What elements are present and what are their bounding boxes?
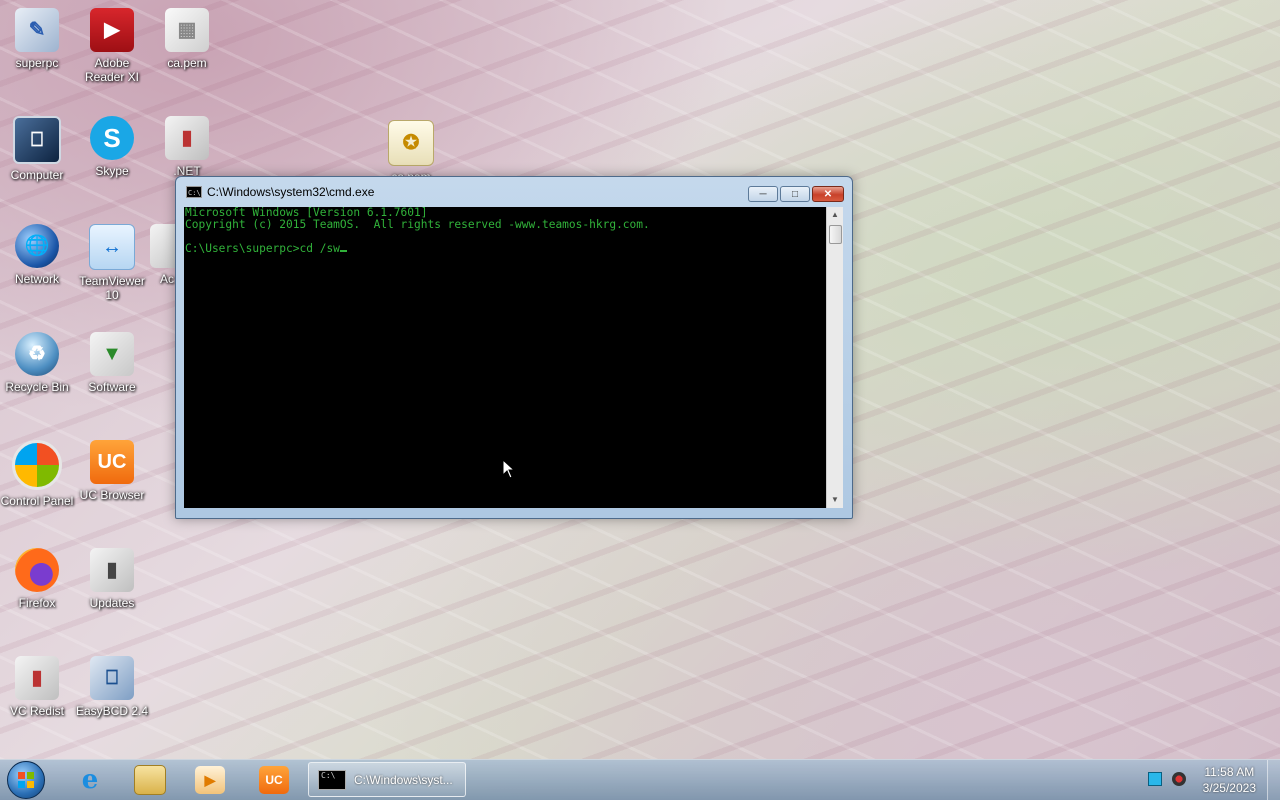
window-title: C:\Windows\system32\cmd.exe [207,185,375,199]
desktop-icon-control-panel[interactable]: Control Panel [0,440,74,508]
minimize-icon: ─ [759,188,767,200]
desktop-icon-label: Computer [10,168,64,182]
desktop-icon-label: Skype [95,164,129,178]
window-controls: ─ □ ✕ [748,186,844,202]
text-cursor [339,250,347,252]
desktop-icon-skype[interactable]: S Skype [75,116,149,178]
desktop-icon-ca-pem[interactable]: ▦ ca.pem [150,8,224,70]
internet-explorer-icon: e [81,765,99,795]
desktop-icon-label: EasyBCD 2.4 [75,704,149,718]
network-icon: 🌐 [15,224,59,268]
firefox-icon [15,548,59,592]
minimize-button[interactable]: ─ [748,186,778,202]
desktop-icon-label: VC Redist [9,704,65,718]
volume-tray-icon[interactable] [1172,772,1186,786]
uc-browser-icon: UC [90,440,134,484]
scrollbar-thumb[interactable] [829,225,842,244]
desktop-icon-software[interactable]: ▼ Software [75,332,149,394]
cmd-icon: C:\ [186,186,202,198]
cmd-icon: C:\ [318,769,346,790]
file-icon: ▦ [165,8,209,52]
folder-icon: ▼ [90,332,134,376]
console-prompt-text: C:\Users\superpc>cd /sw [185,242,340,255]
user-folder-icon: ✎ [15,8,59,52]
desktop-icon-label: Adobe Reader XI [84,56,140,84]
desktop-icon-label: Recycle Bin [5,380,69,394]
uc-browser-icon: UC [259,766,289,794]
desktop-icon-firefox[interactable]: Firefox [0,548,74,610]
close-icon: ✕ [823,188,833,200]
mouse-pointer-icon [502,459,516,479]
teamviewer-icon: ↔ [89,224,135,270]
easybcd-icon: ⎕ [90,656,134,700]
adobe-reader-icon: ▶ [90,8,134,52]
desktop-icon-label: superpc [15,56,59,70]
desktop-icon-superpc[interactable]: ✎ superpc [0,8,74,70]
console-line: Copyright (c) 2015 TeamOS. All rights re… [185,218,650,231]
taskbar-pin-internet-explorer[interactable]: e [62,763,118,797]
desktop-icon-computer[interactable]: ⎕ Computer [0,116,74,182]
desktop-icon-dotnet[interactable]: ▮ .NET [150,116,224,178]
desktop-icon-adobe-reader[interactable]: ▶ Adobe Reader XI [75,8,149,84]
certificate-icon: ✪ [388,120,434,166]
media-player-icon: ▶ [195,766,225,794]
maximize-button[interactable]: □ [780,186,810,202]
start-button[interactable] [7,761,45,799]
desktop-icon-label: Network [14,272,59,286]
desktop-icon-ca-pem-certificate[interactable]: ✪ ca.pem [374,120,448,184]
clock-time: 11:58 AM [1204,765,1255,779]
vertical-scrollbar[interactable]: ▲ ▼ [826,207,843,508]
taskbar-task-cmd[interactable]: C:\ C:\Windows\syst... [308,762,466,797]
console-prompt-line[interactable]: C:\Users\superpc>cd /sw [184,243,826,255]
scroll-up-icon[interactable]: ▲ [827,207,843,223]
desktop-icon-label: Software [88,380,136,394]
close-button[interactable]: ✕ [812,186,844,202]
taskbar-pin-media-player[interactable]: ▶ [182,763,238,797]
desktop-icon-easybcd[interactable]: ⎕ EasyBCD 2.4 [75,656,149,718]
folder-icon: ▮ [165,116,209,160]
desktop-icon-label: ca.pem [167,56,207,70]
control-panel-icon [12,440,62,490]
taskbar-pin-windows-explorer[interactable] [122,763,178,797]
desktop-icon-updates[interactable]: ▮ Updates [75,548,149,610]
desktop-icon-network[interactable]: 🌐 Network [0,224,74,286]
show-desktop-button[interactable] [1267,760,1280,800]
scroll-down-icon[interactable]: ▼ [827,492,843,508]
taskbar-clock[interactable]: 11:58 AM 3/25/2023 [1203,764,1256,796]
taskbar-pin-uc-browser[interactable]: UC [246,763,302,797]
clock-date: 3/25/2023 [1202,781,1256,795]
desktop-icon-label: Firefox [18,596,56,610]
maximize-icon: □ [791,188,799,200]
recycle-bin-icon: ♻ [15,332,59,376]
network-tray-icon[interactable] [1148,772,1162,786]
skype-icon: S [90,116,134,160]
desktop-icon-vc-redist[interactable]: ▮ VC Redist [0,656,74,718]
computer-icon: ⎕ [13,116,61,164]
desktop-icon-uc-browser[interactable]: UC UC Browser [75,440,149,502]
windows-logo-icon [18,772,34,788]
task-label: C:\Windows\syst... [354,772,453,787]
desktop-icon-label: Control Panel [0,494,74,508]
folder-icon: ▮ [90,548,134,592]
desktop-icon-label: UC Browser [79,488,145,502]
windows-explorer-icon [134,765,166,795]
desktop-icon-recycle-bin[interactable]: ♻ Recycle Bin [0,332,74,394]
desktop-icon-teamviewer[interactable]: ↔ TeamViewer 10 [75,224,149,302]
window-titlebar[interactable]: C:\ C:\Windows\system32\cmd.exe ─ □ ✕ [176,177,852,207]
taskbar: e ▶ UC C:\ C:\Windows\syst... 11:58 AM 3… [0,759,1280,800]
desktop-icon-label: Updates [89,596,135,610]
folder-icon: ▮ [15,656,59,700]
desktop-icon-label: TeamViewer 10 [79,274,145,302]
